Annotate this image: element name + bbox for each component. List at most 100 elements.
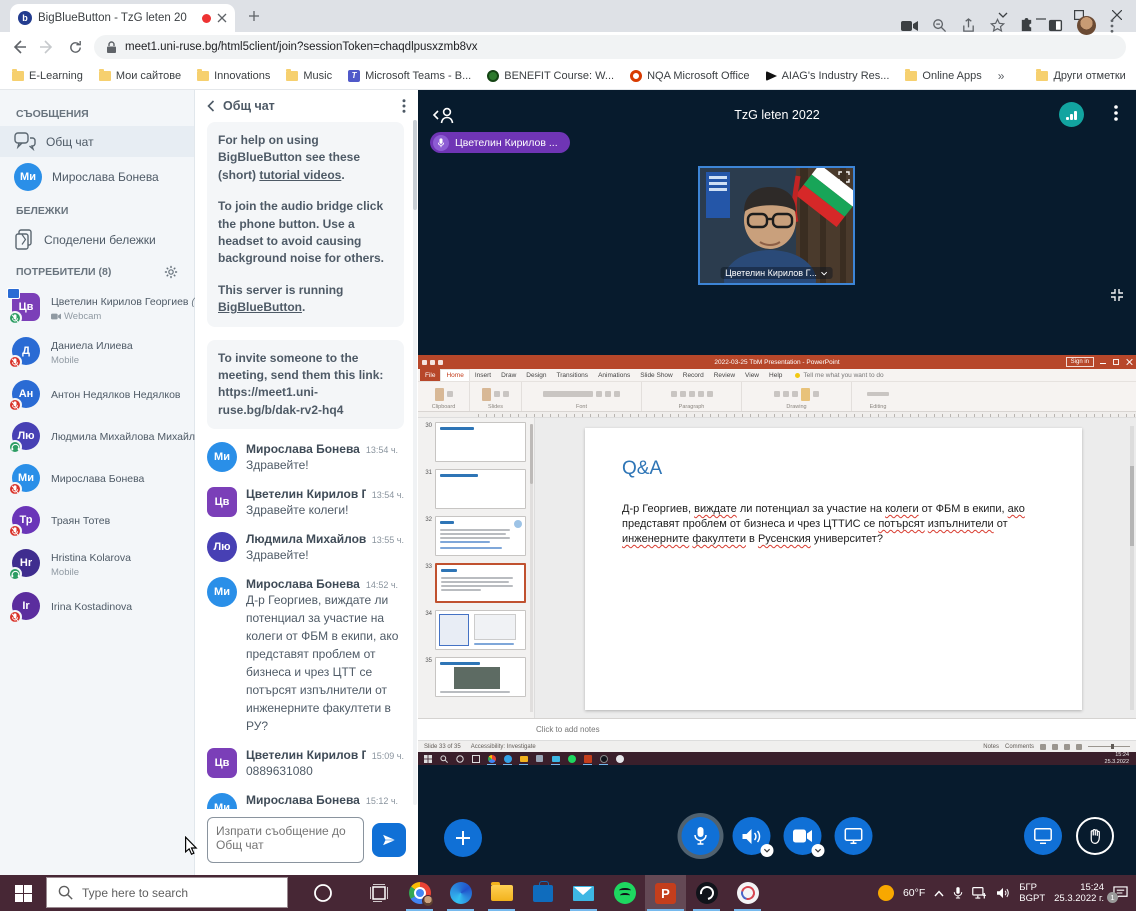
bigbluebutton-link[interactable]: BigBlueButton: [218, 300, 302, 314]
folder-icon: [99, 71, 111, 81]
start-button[interactable]: [0, 875, 46, 911]
chat-message-input[interactable]: [207, 817, 364, 863]
chat-menu-icon[interactable]: [402, 99, 406, 113]
slide-body-text: Д-р Георгиев, виждате ли потенциал за уч…: [622, 502, 1060, 547]
device-dropdown-badge[interactable]: [812, 844, 825, 857]
tray-expand-icon[interactable]: [934, 890, 944, 897]
folder-icon: [197, 71, 209, 81]
webcam-share-button[interactable]: [784, 817, 822, 855]
chat-message-list[interactable]: For help on using BigBlueButton see thes…: [195, 120, 418, 809]
other-bookmarks-button[interactable]: Други отметки: [1036, 70, 1125, 82]
tray-network-icon[interactable]: [972, 887, 987, 899]
sidebar-item-public-chat[interactable]: Общ чат: [0, 126, 194, 157]
taskbar-spotify[interactable]: [604, 875, 645, 911]
mute-microphone-button[interactable]: [682, 817, 720, 855]
taskbar-snip[interactable]: [727, 875, 768, 911]
user-row-irina[interactable]: Ir Irina Kostadinova: [0, 585, 194, 627]
bookmark-online-apps[interactable]: Online Apps: [905, 70, 981, 82]
browser-profile-avatar[interactable]: [1077, 16, 1096, 35]
minimize-screenshare-icon[interactable]: [1110, 288, 1124, 302]
notification-badge: 1: [1107, 892, 1118, 903]
presenter-icon: [7, 288, 20, 299]
reload-icon[interactable]: [66, 38, 84, 56]
tray-mic-icon[interactable]: [953, 886, 963, 900]
side-panel-icon[interactable]: [1048, 18, 1063, 33]
taskbar-clock[interactable]: 15:2425.3.2022 г.: [1054, 882, 1104, 905]
sidebar-item-private-chat[interactable]: Ми Мирослава Бонева: [0, 157, 194, 197]
notification-center-button[interactable]: 1: [1113, 886, 1128, 900]
messages-header: СЪОБЩЕНИЯ: [0, 108, 194, 120]
taskbar-mail[interactable]: [563, 875, 604, 911]
url-bar[interactable]: meet1.uni-ruse.bg/html5client/join?sessi…: [94, 35, 1126, 59]
mic-icon: [433, 135, 449, 151]
cortana-button[interactable]: [288, 875, 358, 911]
user-row-miroslava[interactable]: Ми Мирослава Бонева: [0, 457, 194, 499]
bookmark-innovations[interactable]: Innovations: [197, 70, 270, 82]
taskbar-obs[interactable]: [686, 875, 727, 911]
tray-volume-icon[interactable]: [996, 887, 1010, 899]
webcam-fullscreen-icon[interactable]: [838, 171, 850, 183]
bookmark-nqa[interactable]: NQA Microsoft Office: [630, 70, 750, 82]
extensions-icon[interactable]: [1019, 18, 1034, 33]
task-view-button[interactable]: [358, 875, 399, 911]
bookmark-benefit[interactable]: BENEFIT Course: W...: [487, 70, 614, 82]
taskbar-chrome[interactable]: [399, 875, 440, 911]
camera-in-use-icon[interactable]: [901, 20, 918, 32]
bookmark-star-icon[interactable]: [990, 18, 1005, 33]
chat-back-icon[interactable]: [207, 100, 215, 112]
tutorial-videos-link[interactable]: tutorial videos: [259, 168, 341, 182]
tab-close-icon[interactable]: [217, 13, 227, 23]
minimize-presentation-button[interactable]: [1024, 817, 1062, 855]
user-row-anton[interactable]: Ан Антон Недялков Недялков: [0, 373, 194, 415]
weather-sun-icon[interactable]: [878, 885, 894, 901]
ppt-inner-taskbar: 15:2425.3.2022: [418, 752, 1136, 765]
chat-scrollbar[interactable]: [413, 120, 417, 805]
bookmark-teams[interactable]: TMicrosoft Teams - B...: [348, 70, 471, 82]
taskbar-search[interactable]: Type here to search: [46, 877, 288, 908]
ppt-comments-toggle: Comments: [1005, 744, 1034, 750]
bookmarks-overflow-icon[interactable]: »: [998, 69, 1005, 83]
forward-icon[interactable]: [38, 38, 56, 56]
avatar: Цв: [207, 487, 237, 517]
user-row-daniela[interactable]: Д Даниела ИлиеваMobile: [0, 329, 194, 373]
send-message-button[interactable]: [372, 823, 406, 857]
meeting-options-icon[interactable]: [1114, 105, 1118, 121]
user-row-trayan[interactable]: Тр Траян Тотев: [0, 499, 194, 541]
taskbar-edge[interactable]: [440, 875, 481, 911]
sidebar-item-shared-notes[interactable]: Споделени бележки: [0, 223, 194, 257]
user-row-hristina[interactable]: Hr Hristina KolarovaMobile: [0, 541, 194, 585]
talking-indicator[interactable]: Цветелин Кирилов ...: [430, 132, 570, 153]
browser-menu-icon[interactable]: [1110, 19, 1114, 33]
language-indicator[interactable]: БГРBGPT: [1019, 882, 1045, 905]
browser-tab[interactable]: b BigBlueButton - TzG leten 20: [10, 4, 235, 32]
connection-status-button[interactable]: [1059, 102, 1084, 127]
zoom-out-icon[interactable]: [932, 18, 947, 33]
device-dropdown-badge[interactable]: [761, 844, 774, 857]
screenshare-button[interactable]: [835, 817, 873, 855]
raise-hand-button[interactable]: [1076, 817, 1114, 855]
taskbar-powerpoint[interactable]: P: [645, 875, 686, 911]
user-row-tsvetelin[interactable]: Цв Цветелин Кирилов Георгиев (Вие) Webca…: [0, 285, 194, 329]
share-icon[interactable]: [961, 18, 976, 33]
user-row-lyudmila[interactable]: Лю Людмила Михайлова Михайлова: [0, 415, 194, 457]
ppt-status-bar: Slide 33 of 35 Accessibility: Investigat…: [418, 740, 1136, 752]
bookmark-music[interactable]: Music: [286, 70, 332, 82]
audio-settings-button[interactable]: [733, 817, 771, 855]
bookmark-moi-saitove[interactable]: Мои сайтове: [99, 70, 181, 82]
taskbar-file-explorer[interactable]: [481, 875, 522, 911]
bookmark-aiag[interactable]: AIAG's Industry Res...: [766, 70, 890, 82]
webcam-user-label[interactable]: Цветелин Кирилов Г...: [720, 267, 833, 279]
bookmark-e-learning[interactable]: E-Learning: [12, 70, 83, 82]
back-icon[interactable]: [10, 38, 28, 56]
ppt-quick-access-icons: [422, 360, 443, 365]
ppt-tab-help: Help: [764, 369, 787, 381]
temperature[interactable]: 60°F: [903, 887, 925, 899]
taskbar-store[interactable]: [522, 875, 563, 911]
new-tab-button[interactable]: [241, 3, 267, 29]
hide-userlist-icon[interactable]: [432, 106, 456, 124]
bbb-sidebar: СЪОБЩЕНИЯ Общ чат Ми Мирослава Бонева БЕ…: [0, 90, 195, 875]
manage-users-gear-icon[interactable]: [164, 265, 178, 279]
talking-user-name: Цветелин Кирилов ...: [455, 137, 558, 149]
actions-plus-button[interactable]: [444, 819, 482, 857]
microphone-icon: [693, 826, 709, 846]
